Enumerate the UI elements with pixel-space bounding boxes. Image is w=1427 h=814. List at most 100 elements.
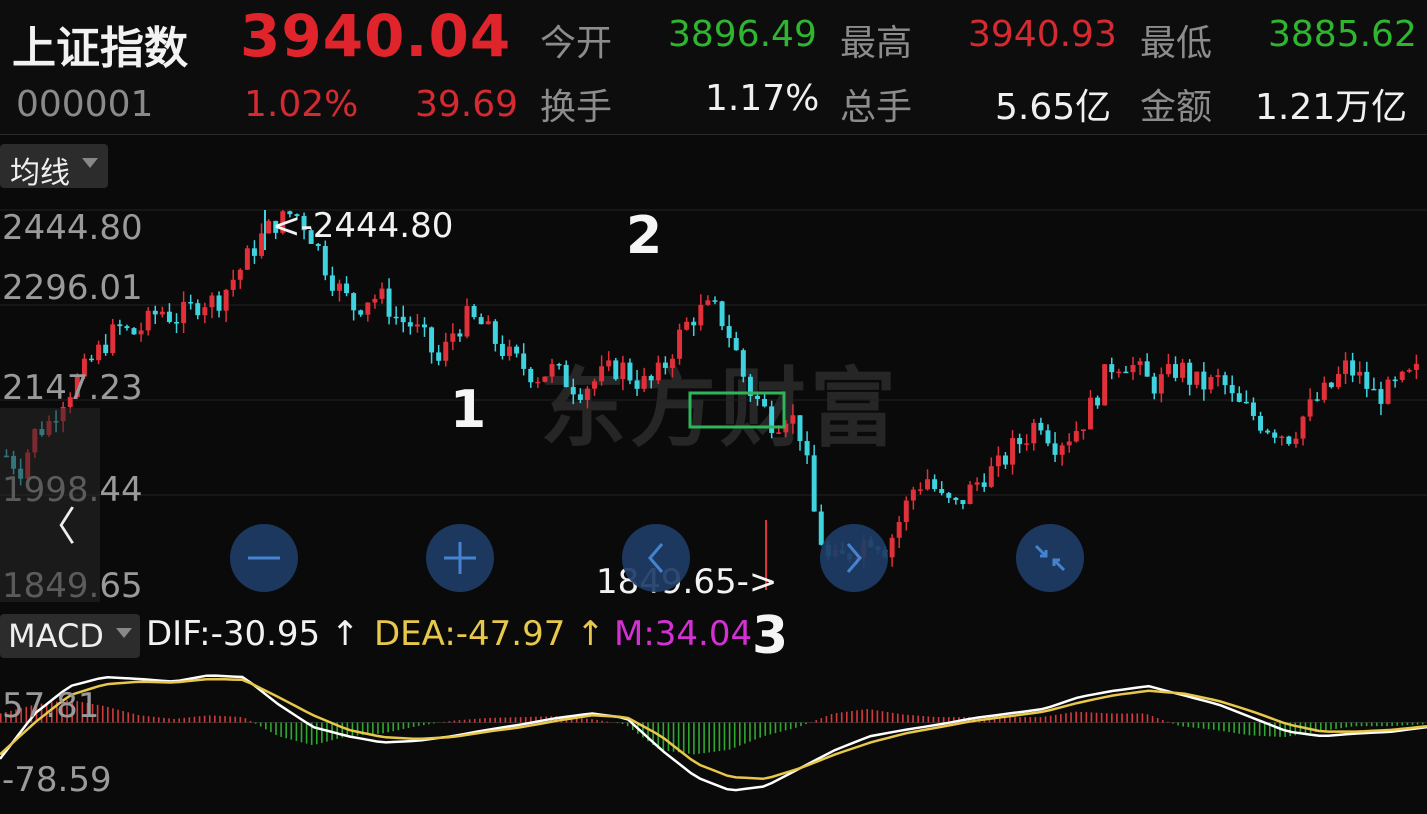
macd-histogram-bar — [1406, 722, 1409, 726]
macd-histogram-bar — [1156, 718, 1159, 723]
candle-body — [1187, 362, 1193, 385]
macd-histogram-bar — [932, 716, 935, 723]
candlestick-chart[interactable] — [0, 198, 1427, 608]
candle-body — [1250, 402, 1256, 416]
stat-label-high: 最高 — [840, 23, 913, 64]
candle-body — [159, 311, 165, 315]
candle-body — [960, 500, 966, 505]
candle-body — [1194, 371, 1200, 385]
macd-histogram-bar — [616, 722, 619, 724]
macd-histogram-bar — [417, 722, 420, 726]
back-arrow-icon[interactable]: 〈 — [36, 494, 76, 552]
macd-histogram-bar — [122, 710, 124, 723]
zoom-out-icon — [248, 556, 280, 560]
pan-left-button[interactable] — [622, 524, 690, 592]
macd-histogram-bar — [433, 722, 435, 724]
candle-body — [1038, 422, 1044, 431]
change-percent: 1.02% — [244, 84, 359, 125]
candle-body — [400, 316, 406, 323]
macd-histogram-bar — [846, 711, 848, 723]
candle-body — [1229, 385, 1235, 394]
macd-histogram-bar — [112, 708, 114, 723]
macd-histogram-bar — [1192, 722, 1195, 728]
candle-body — [1130, 364, 1136, 373]
macd-histogram-bar — [305, 722, 308, 744]
change-points: 39.69 — [415, 84, 519, 125]
candle-body — [804, 441, 810, 456]
candle-body — [471, 306, 477, 318]
candle-body — [939, 489, 945, 494]
macd-histogram-bar — [183, 717, 186, 723]
macd-histogram-bar — [300, 722, 303, 743]
pan-right-button[interactable] — [820, 524, 888, 592]
candle-body — [641, 375, 647, 389]
macd-histogram-bar — [1070, 712, 1072, 723]
macd-histogram-bar — [275, 722, 277, 735]
candle-body — [251, 248, 257, 256]
macd-histogram-bar — [718, 722, 721, 752]
dea-readout: DEA:-47.97 ↑ — [374, 614, 605, 654]
candle-body — [556, 364, 562, 366]
macd-histogram-bar — [733, 722, 736, 748]
macd-histogram-bar — [137, 714, 140, 723]
macd-histogram-bar — [1009, 717, 1011, 723]
candle-body — [450, 333, 456, 342]
candle-body — [1102, 364, 1108, 406]
candle-body — [1413, 363, 1419, 370]
candle-body — [1272, 432, 1278, 438]
candle-body — [202, 307, 208, 316]
candle-body — [188, 302, 194, 304]
macd-y-tick-label: -78.59 — [2, 760, 112, 800]
macd-histogram-bar — [1396, 722, 1399, 726]
back-panel[interactable]: 〈 — [0, 408, 100, 602]
candle-body — [1265, 430, 1271, 433]
macd-histogram-bar — [1325, 722, 1327, 731]
macd-histogram-bar — [519, 717, 522, 723]
macd-histogram-bar — [1049, 715, 1052, 723]
macd-histogram-bar — [1121, 713, 1123, 723]
candle-body — [1109, 364, 1115, 373]
macd-histogram-bar — [1228, 722, 1230, 733]
candle-body — [889, 537, 895, 558]
macd-histogram-bar — [198, 716, 201, 723]
candle-body — [620, 362, 626, 380]
candle-body — [896, 522, 902, 538]
candle-body — [740, 350, 746, 377]
macd-histogram-bar — [1044, 716, 1047, 723]
candle-body — [528, 368, 534, 383]
macd-histogram-bar — [458, 720, 461, 723]
macd-histogram-bar — [942, 717, 945, 723]
macd-histogram-bar — [1233, 722, 1235, 733]
macd-histogram-bar — [117, 709, 119, 723]
macd-histogram-bar — [1370, 722, 1373, 727]
ma-dropdown[interactable]: 均线 — [0, 144, 108, 191]
candle-body — [372, 298, 378, 303]
macd-histogram-bar — [1335, 722, 1337, 729]
macd-histogram-bar — [163, 717, 165, 723]
macd-histogram-bar — [494, 717, 496, 723]
candle-body — [1052, 443, 1058, 455]
macd-histogram-bar — [626, 722, 629, 727]
candle-body — [379, 288, 385, 299]
macd-histogram-bar — [239, 716, 242, 723]
zoom-out-button[interactable] — [230, 524, 298, 592]
collapse-button[interactable] — [1016, 524, 1084, 592]
macd-histogram-bar — [621, 722, 624, 724]
macd-histogram-bar — [484, 718, 486, 723]
indicator-dropdown[interactable]: MACD — [0, 614, 140, 658]
candle-body — [1300, 416, 1306, 439]
candle-body — [932, 479, 938, 490]
candle-body — [1371, 388, 1377, 391]
macd-histogram-bar — [1391, 722, 1393, 726]
macd-histogram-bar — [504, 717, 507, 723]
candle-body — [351, 293, 357, 311]
macd-histogram-bar — [412, 722, 415, 727]
candle-body — [1165, 364, 1171, 375]
candle-body — [698, 304, 704, 326]
candle-body — [1137, 361, 1143, 365]
macd-histogram-bar — [173, 718, 175, 723]
candle-body — [776, 432, 782, 434]
zoom-in-button[interactable] — [426, 524, 494, 592]
macd-histogram-bar — [800, 722, 802, 727]
macd-chart[interactable] — [0, 666, 1427, 798]
